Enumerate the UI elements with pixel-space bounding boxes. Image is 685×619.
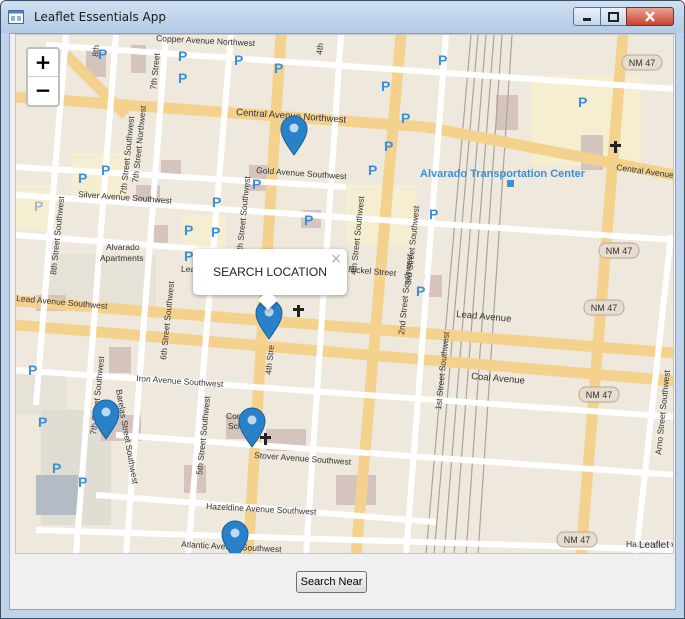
app-icon	[8, 10, 24, 24]
parking-icon: P	[34, 198, 43, 214]
route-shield: NM 47	[621, 54, 663, 71]
close-button[interactable]	[626, 7, 674, 26]
poi-label-apartments-1: Alvarado	[106, 242, 140, 252]
parking-icon: P	[101, 162, 110, 178]
poi-label-apartments-2: Apartments	[100, 253, 143, 263]
client-area: Copper Avenue Northwest Central Avenue N…	[9, 33, 676, 610]
parking-icon: P	[52, 460, 61, 476]
parking-icon: P	[212, 194, 221, 210]
maximize-icon	[608, 11, 619, 22]
parking-icon: P	[178, 48, 187, 64]
svg-text:NM 47: NM 47	[591, 303, 618, 313]
parking-icon: P	[38, 414, 47, 430]
parking-icon: P	[274, 60, 283, 76]
svg-text:NM 47: NM 47	[629, 58, 656, 68]
minimize-icon	[583, 17, 591, 21]
street-label-4th-top: 4th	[314, 42, 325, 55]
parking-icon: P	[416, 283, 425, 299]
zoom-in-button[interactable]: +	[28, 49, 58, 77]
parking-icon: P	[184, 248, 193, 264]
close-icon	[645, 11, 655, 22]
parking-icon: P	[234, 52, 243, 68]
parking-icon: P	[78, 474, 87, 490]
parking-icon: P	[78, 170, 87, 186]
parking-icon: P	[438, 52, 447, 68]
search-near-button[interactable]: Search Near	[296, 571, 367, 593]
zoom-out-button[interactable]: −	[28, 77, 58, 104]
popup-close-button[interactable]: ×	[330, 251, 342, 267]
parking-icon: P	[252, 176, 261, 192]
zoom-control: + −	[26, 47, 60, 107]
route-shield: NM 47	[583, 299, 625, 316]
svg-text:NM 47: NM 47	[606, 246, 633, 256]
parking-icon: P	[368, 162, 377, 178]
parking-icon: P	[384, 138, 393, 154]
parking-icon: P	[184, 222, 193, 238]
attribution-link[interactable]: Leaflet	[636, 540, 671, 551]
minimize-button[interactable]	[573, 7, 601, 26]
map-view[interactable]: Copper Avenue Northwest Central Avenue N…	[15, 34, 674, 554]
route-shield: NM 47	[556, 531, 598, 548]
map-tiles: Copper Avenue Northwest Central Avenue N…	[16, 35, 673, 553]
map-popup: SEARCH LOCATION ×	[193, 249, 347, 310]
popup-text: SEARCH LOCATION	[213, 265, 327, 279]
parking-icon: P	[211, 224, 220, 240]
window-title: Leaflet Essentials App	[34, 10, 166, 24]
app-window: Leaflet Essentials App Copper Avenue Nor…	[0, 0, 685, 619]
bus-station-icon	[507, 180, 514, 187]
svg-text:NM 47: NM 47	[564, 535, 591, 545]
parking-icon: P	[28, 362, 37, 378]
parking-icon: P	[178, 70, 187, 86]
title-bar[interactable]: Leaflet Essentials App	[1, 1, 684, 33]
parking-icon: P	[429, 206, 438, 222]
svg-text:NM 47: NM 47	[586, 390, 613, 400]
parking-icon: P	[304, 212, 313, 228]
route-shield: NM 47	[578, 386, 620, 403]
parking-icon: P	[578, 94, 587, 110]
route-shield: NM 47	[598, 242, 640, 259]
maximize-button[interactable]	[600, 7, 627, 26]
parking-icon: P	[98, 46, 107, 62]
parking-icon: P	[401, 110, 410, 126]
poi-label-transport: Alvarado Transportation Center	[420, 168, 586, 180]
parking-icon: P	[381, 78, 390, 94]
